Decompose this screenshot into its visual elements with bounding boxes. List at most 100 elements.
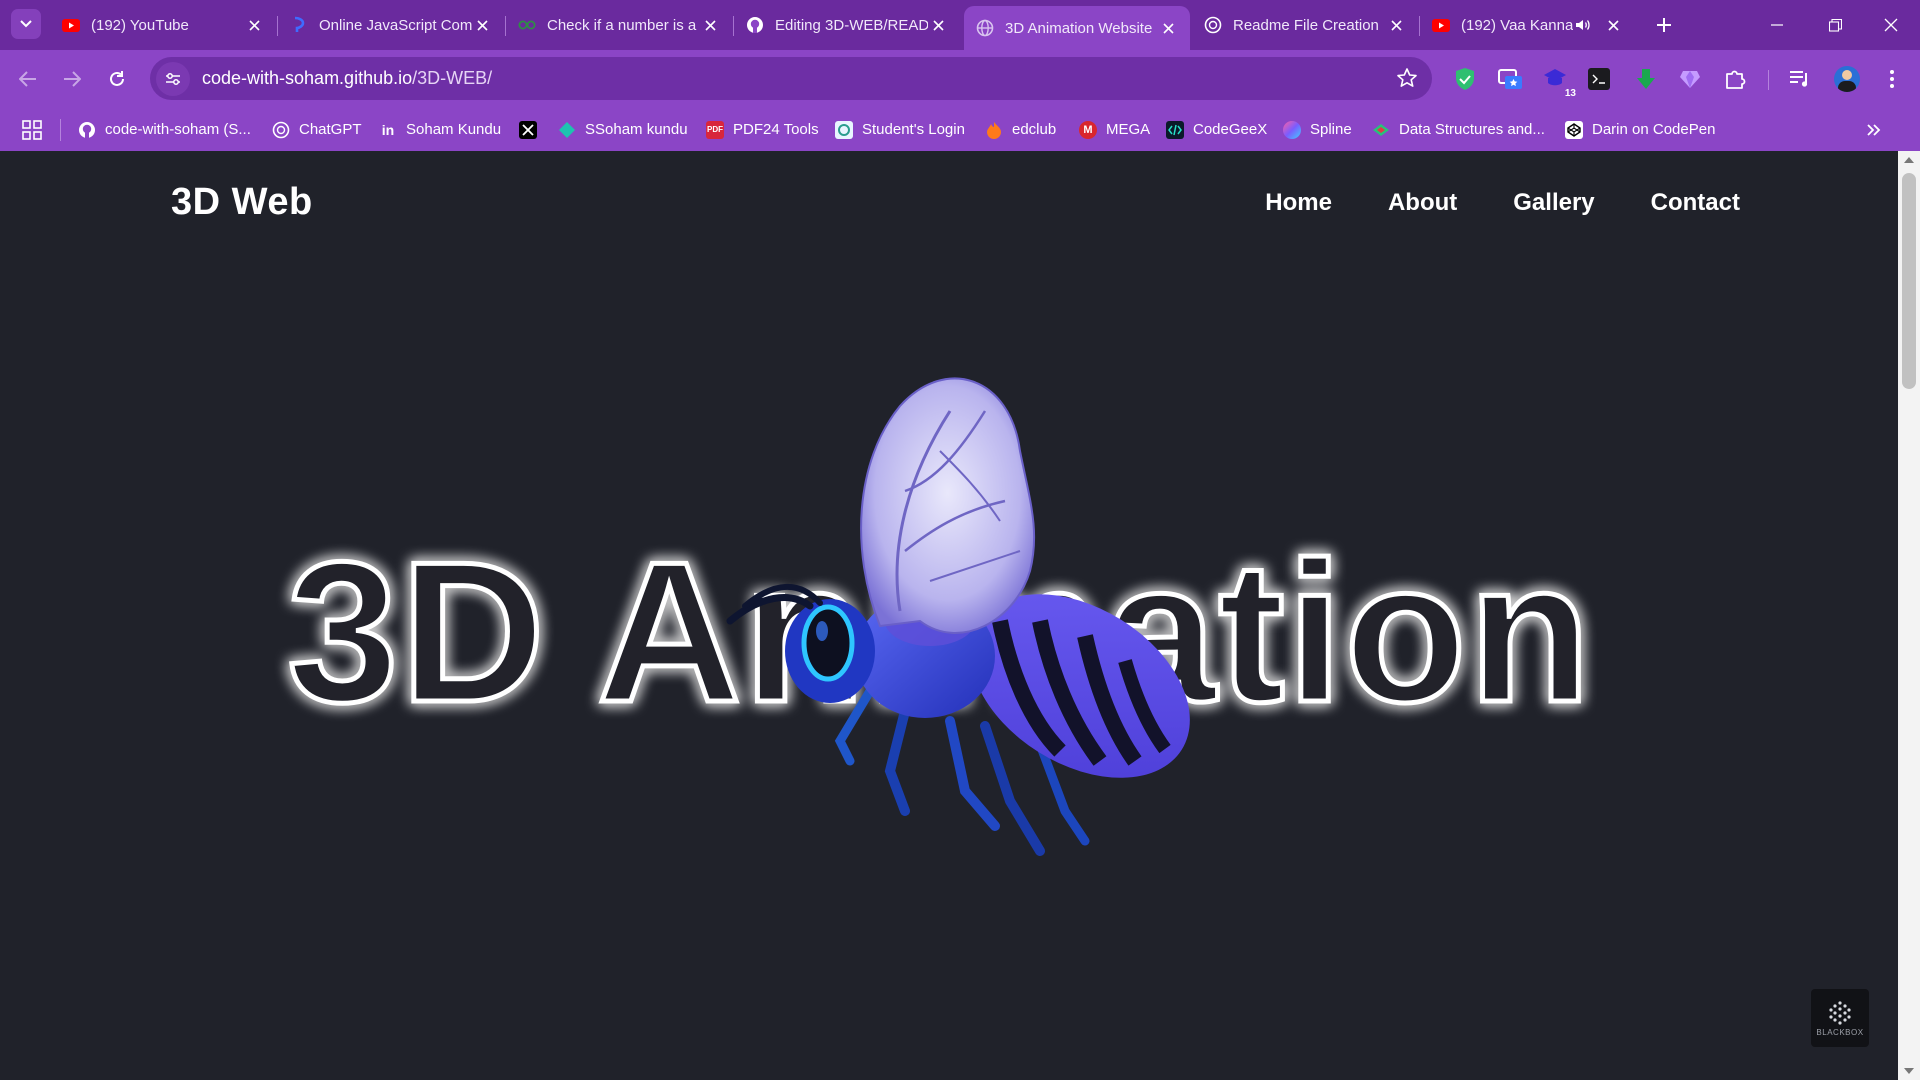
bookmark-codepen[interactable]: Darin on CodePen bbox=[1565, 108, 1715, 151]
tab-title: Check if a number is a palindrome bbox=[547, 16, 700, 34]
bookmark-edclub[interactable]: edclub bbox=[985, 108, 1056, 151]
apps-grid-icon[interactable] bbox=[22, 120, 42, 140]
shield-extension[interactable] bbox=[1451, 65, 1479, 93]
reload-button[interactable] bbox=[101, 63, 133, 95]
tab-3d-animation[interactable]: 3D Animation Website bbox=[964, 6, 1190, 50]
blackbox-logo-icon bbox=[1829, 1000, 1851, 1025]
puzzle-icon bbox=[1726, 70, 1746, 89]
bookmark-label: Soham Kundu bbox=[406, 121, 502, 138]
bookmark-spline[interactable]: Spline bbox=[1283, 108, 1352, 151]
bookmark-github[interactable]: code-with-soham (S... bbox=[78, 108, 251, 151]
nav-about[interactable]: About bbox=[1388, 189, 1457, 217]
terminal-icon bbox=[1588, 68, 1610, 90]
address-bar[interactable]: code-with-soham.github.io/3D-WEB/ bbox=[150, 57, 1432, 100]
bookmark-label: PDF24 Tools bbox=[733, 121, 819, 138]
nav-gallery[interactable]: Gallery bbox=[1513, 189, 1594, 217]
bookmark-label: code-with-soham (S... bbox=[105, 121, 251, 138]
url-host: code-with-soham.github.io bbox=[202, 68, 413, 88]
tab-github-edit[interactable]: Editing 3D-WEB/README.md bbox=[734, 7, 960, 43]
chevron-double-right-icon[interactable] bbox=[1862, 119, 1884, 141]
blackbox-label: BLACKBOX bbox=[1816, 1027, 1864, 1037]
minimize-button[interactable] bbox=[1748, 0, 1806, 50]
chatgpt-icon bbox=[272, 121, 290, 139]
download-extension[interactable] bbox=[1632, 65, 1660, 93]
close-icon[interactable] bbox=[472, 15, 492, 35]
extension-badge-count: 13 bbox=[1564, 88, 1576, 99]
tab-programiz[interactable]: Online JavaScript Compiler bbox=[278, 7, 506, 43]
codegeex-icon bbox=[1166, 120, 1184, 139]
avatar bbox=[1834, 66, 1860, 92]
restore-button[interactable] bbox=[1806, 0, 1864, 50]
bookmark-codegeex[interactable]: CodeGeeX bbox=[1166, 108, 1267, 151]
close-icon[interactable] bbox=[928, 15, 948, 35]
media-controls-button[interactable] bbox=[1786, 65, 1814, 93]
bookmark-label: MEGA bbox=[1106, 121, 1151, 138]
bookmark-label: CodeGeeX bbox=[1193, 121, 1268, 138]
scroll-down-arrow-icon[interactable] bbox=[1904, 1068, 1914, 1074]
gem-extension[interactable] bbox=[1676, 65, 1704, 93]
tab-search-button[interactable] bbox=[11, 9, 41, 39]
gem-icon bbox=[1680, 71, 1700, 88]
site-logo[interactable]: 3D Web bbox=[171, 181, 313, 224]
shield-icon bbox=[1456, 68, 1474, 90]
chevron-down-icon bbox=[20, 20, 32, 28]
tab-youtube[interactable]: (192) YouTube bbox=[50, 7, 278, 43]
bookmark-label: Data Structures and... bbox=[1399, 121, 1545, 138]
browser-menu-button[interactable] bbox=[1878, 65, 1906, 93]
bookmark-chatgpt[interactable]: ChatGPT bbox=[272, 108, 362, 151]
codepen-icon bbox=[1565, 120, 1583, 139]
arrow-right-icon bbox=[64, 71, 81, 87]
bookmark-label: edclub bbox=[1012, 121, 1057, 138]
tab-strip: (192) YouTube Online JavaScript Compiler… bbox=[0, 0, 1920, 50]
youtube-icon bbox=[62, 16, 80, 34]
url-path: /3D-WEB/ bbox=[412, 68, 493, 88]
back-button[interactable] bbox=[12, 63, 44, 95]
toolbar-divider bbox=[1768, 70, 1769, 90]
close-icon[interactable] bbox=[244, 15, 264, 35]
scroll-thumb[interactable] bbox=[1902, 173, 1916, 389]
spline-icon bbox=[1283, 120, 1301, 139]
tab-title: (192) YouTube bbox=[91, 16, 189, 34]
reload-icon bbox=[110, 71, 124, 86]
speaker-icon[interactable] bbox=[1573, 15, 1593, 35]
hero-scene: 3D Animation bbox=[285, 377, 1593, 856]
globe-icon bbox=[976, 19, 994, 37]
terminal-extension[interactable] bbox=[1585, 65, 1613, 93]
extensions-button[interactable] bbox=[1721, 65, 1749, 93]
bookmark-x[interactable] bbox=[519, 108, 546, 151]
close-icon[interactable] bbox=[1158, 18, 1178, 38]
bookmark-student-login[interactable]: Student's Login bbox=[835, 108, 965, 151]
scroll-up-arrow-icon[interactable] bbox=[1904, 157, 1914, 163]
close-icon[interactable] bbox=[1386, 15, 1406, 35]
bookmark-linkedin[interactable]: in Soham Kundu bbox=[379, 108, 501, 151]
tab-title: 3D Animation Website bbox=[1005, 19, 1153, 37]
tune-icon bbox=[166, 72, 180, 85]
nav-home[interactable]: Home bbox=[1265, 189, 1332, 217]
blackbox-widget[interactable]: BLACKBOX bbox=[1811, 989, 1869, 1047]
bookmark-data-structures[interactable]: Data Structures and... bbox=[1372, 108, 1545, 151]
plus-icon bbox=[1657, 18, 1671, 32]
site-info-button[interactable] bbox=[156, 61, 190, 96]
bookmark-ssoham[interactable]: SSoham kundu bbox=[558, 108, 688, 151]
linkedin-icon: in bbox=[381, 121, 395, 138]
bookmark-label: ChatGPT bbox=[299, 121, 362, 138]
close-icon[interactable] bbox=[1603, 15, 1623, 35]
graduation-extension[interactable]: 13 bbox=[1542, 65, 1576, 99]
tab-readme-chatgpt[interactable]: Readme File Creation bbox=[1192, 7, 1420, 43]
bookmarks-divider bbox=[60, 119, 61, 141]
window-close-button[interactable] bbox=[1862, 0, 1920, 50]
tab-gfg[interactable]: Check if a number is a palindrome bbox=[506, 7, 734, 43]
github-icon bbox=[746, 16, 764, 34]
page-scrollbar[interactable] bbox=[1898, 151, 1920, 1080]
new-tab-button[interactable] bbox=[1650, 11, 1678, 39]
close-icon[interactable] bbox=[700, 15, 720, 35]
bookmark-pdf24[interactable]: PDF PDF24 Tools bbox=[706, 108, 819, 151]
bookmark-star-icon[interactable] bbox=[1396, 67, 1418, 89]
forward-button[interactable] bbox=[56, 63, 88, 95]
profile-button[interactable] bbox=[1833, 65, 1861, 93]
tab-youtube-music[interactable]: (192) Vaa Kannamma bbox=[1420, 7, 1646, 43]
screen-extension[interactable] bbox=[1497, 65, 1525, 93]
nav-contact[interactable]: Contact bbox=[1651, 189, 1740, 217]
bookmark-mega[interactable]: M MEGA bbox=[1079, 108, 1150, 151]
bookmark-label: Student's Login bbox=[862, 121, 965, 138]
